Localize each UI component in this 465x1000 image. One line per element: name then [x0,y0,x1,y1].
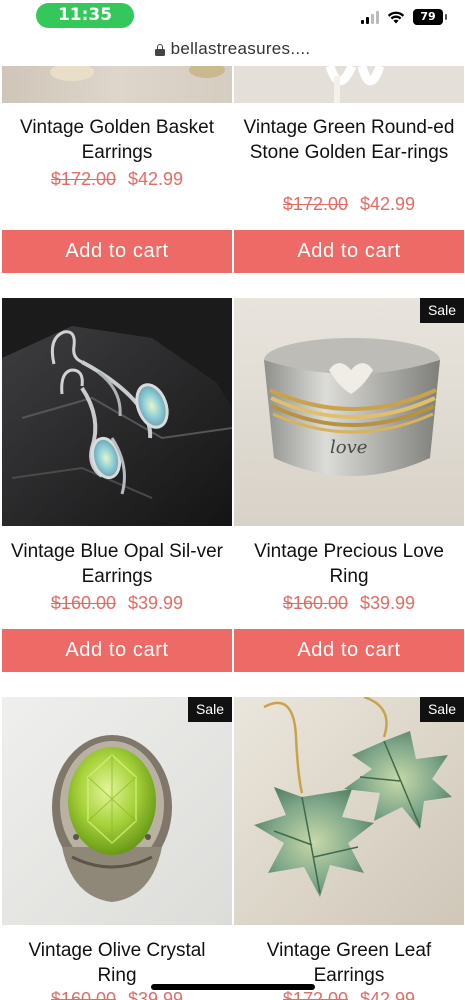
sale-price: $42.99 [360,194,416,214]
green-stone-earrings-image [234,66,464,103]
price-row: $160.00 $39.99 [234,593,464,614]
product-card[interactable]: Vintage Golden Basket Earrings $172.00 $4… [2,0,232,280]
green-leaf-earrings-image [234,697,464,925]
love-ring-image: love [234,298,464,526]
original-price: $172.00 [50,169,116,189]
product-card[interactable]: Sale Vintage Olive Crystal Ring $160.00 $… [2,697,232,1000]
product-image[interactable] [234,66,464,103]
product-image[interactable]: love [234,298,464,526]
blue-opal-earrings-image [2,298,232,526]
product-title[interactable]: Vintage Precious Love Ring [234,539,464,589]
product-card[interactable]: love Sale Vintage Precious Love Ring $16… [234,298,464,674]
add-to-cart-button[interactable]: Add to cart [234,629,464,672]
original-price: $172.00 [282,194,348,214]
product-card[interactable]: Vintage Green Round-ed Stone Golden Ear-… [234,0,464,280]
sale-badge: Sale [419,298,464,323]
sale-price: $42.99 [360,989,416,1000]
product-image[interactable] [2,697,232,925]
price-row: $160.00 $39.99 [2,593,232,614]
price-row: $172.00 $42.99 [2,169,232,190]
price-row: $172.00 $42.99 [234,989,464,1000]
golden-basket-earrings-image [2,66,232,103]
sale-badge: Sale [419,697,464,722]
sale-badge: Sale [187,697,232,722]
sale-price: $39.99 [128,989,184,1000]
home-indicator[interactable] [151,984,315,990]
product-title[interactable]: Vintage Olive Crystal Ring [2,938,232,988]
add-to-cart-button[interactable]: Add to cart [2,629,232,672]
original-price: $160.00 [50,593,116,613]
original-price: $160.00 [50,989,116,1000]
product-title[interactable]: Vintage Green Leaf Earrings [234,938,464,988]
product-title[interactable]: Vintage Golden Basket Earrings [2,115,232,165]
love-engraving: love [330,437,367,458]
sale-price: $42.99 [128,169,184,189]
original-price: $172.00 [282,989,348,1000]
product-image[interactable] [2,66,232,103]
add-to-cart-button[interactable]: Add to cart [234,230,464,273]
product-title[interactable]: Vintage Blue Opal Sil-ver Earrings [2,539,232,589]
price-row: $172.00 $42.99 [234,194,464,215]
add-to-cart-button[interactable]: Add to cart [2,230,232,273]
product-image[interactable] [2,298,232,526]
sale-price: $39.99 [128,593,184,613]
product-title[interactable]: Vintage Green Round-ed Stone Golden Ear-… [234,115,464,165]
product-card[interactable]: Sale Vintage Green Leaf Earrings $172.00… [234,697,464,1000]
product-card[interactable]: Vintage Blue Opal Sil-ver Earrings $160.… [2,298,232,674]
product-image[interactable] [234,697,464,925]
sale-price: $39.99 [360,593,416,613]
original-price: $160.00 [282,593,348,613]
olive-crystal-ring-image [2,697,232,925]
price-row: $160.00 $39.99 [2,989,232,1000]
